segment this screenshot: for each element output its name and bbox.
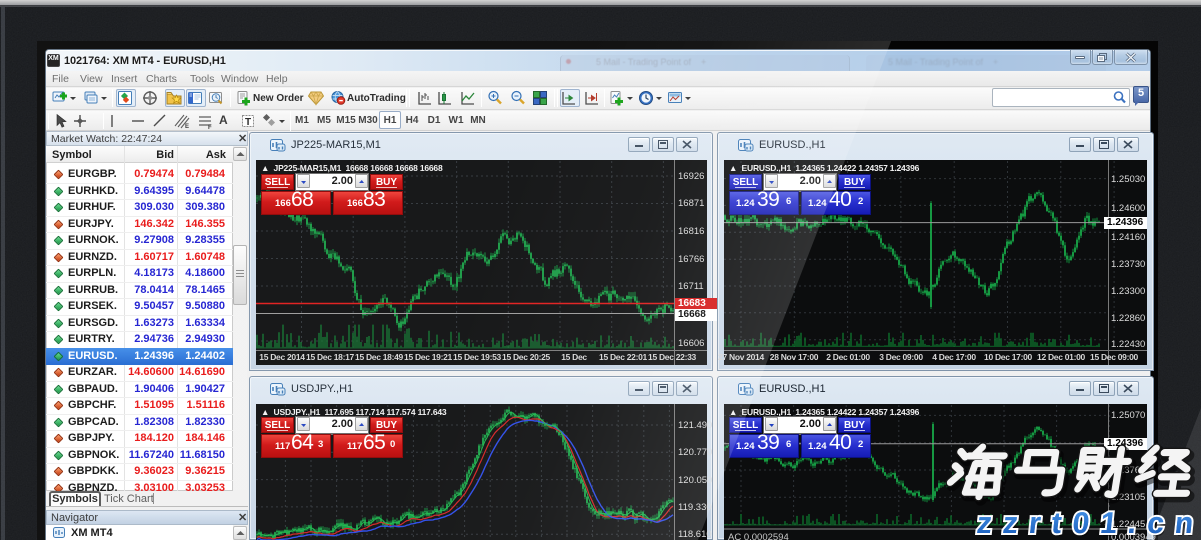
svg-text:zzrt01.cn: zzrt01.cn bbox=[975, 507, 1201, 540]
